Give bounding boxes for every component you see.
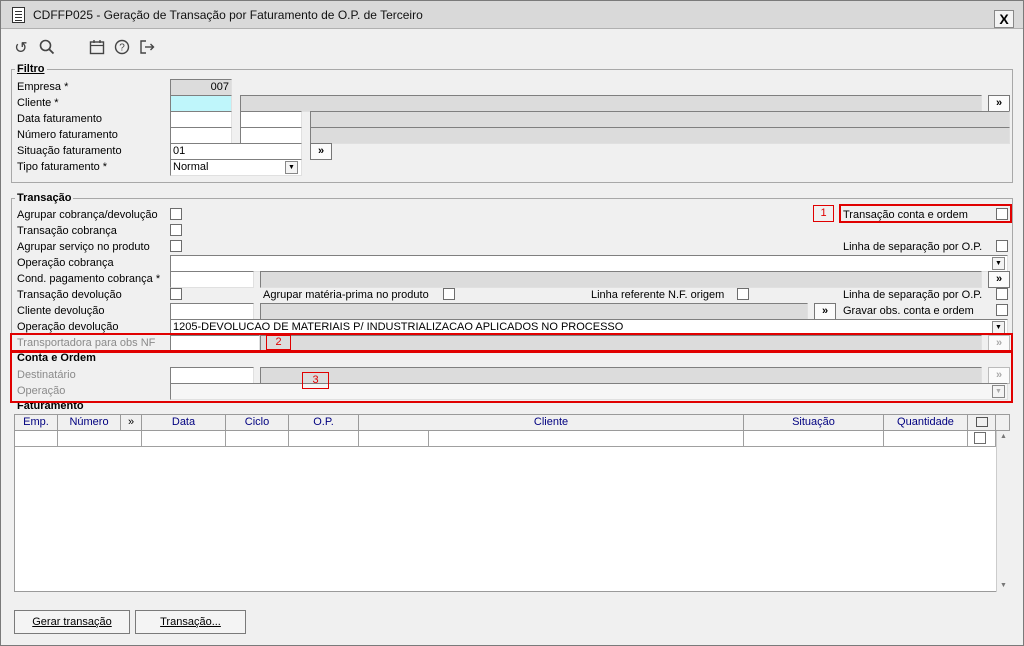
operacao-cobranca-label: Operação cobrança bbox=[17, 257, 114, 269]
agrupar-materia-prima-label: Agrupar matéria-prima no produto bbox=[263, 289, 429, 301]
data-faturamento-label: Data faturamento bbox=[17, 113, 102, 125]
empresa-label: Empresa * bbox=[17, 81, 69, 93]
col-more-button[interactable]: » bbox=[121, 415, 142, 431]
numero-info-field bbox=[310, 127, 1010, 144]
cliente-label: Cliente * bbox=[17, 97, 59, 109]
transacao-cobranca-checkbox[interactable] bbox=[170, 224, 182, 236]
table-cell[interactable] bbox=[884, 431, 968, 447]
operacao-cobranca-select[interactable] bbox=[170, 255, 1008, 272]
tipo-faturamento-select[interactable]: Normal bbox=[170, 159, 302, 176]
scroll-up-icon[interactable]: ▲ bbox=[997, 431, 1010, 443]
col-cliente[interactable]: Cliente bbox=[359, 415, 744, 431]
cliente-devolucao-field[interactable] bbox=[170, 303, 254, 320]
select-all-icon[interactable] bbox=[975, 417, 988, 427]
gravar-obs-checkbox[interactable] bbox=[996, 304, 1008, 316]
highlight-box-1 bbox=[839, 204, 1012, 223]
col-quantidade[interactable]: Quantidade bbox=[884, 415, 968, 431]
linha-separacao-2-checkbox[interactable] bbox=[996, 288, 1008, 300]
gerar-transacao-button[interactable]: Gerar transação bbox=[14, 610, 130, 634]
row-select-cell[interactable] bbox=[968, 431, 996, 447]
annotation-label-2: 2 bbox=[266, 335, 291, 350]
situacao-more-button[interactable]: » bbox=[310, 143, 332, 160]
help-icon[interactable]: ? bbox=[112, 39, 132, 59]
col-ciclo[interactable]: Ciclo bbox=[226, 415, 289, 431]
col-numero[interactable]: Número bbox=[58, 415, 121, 431]
linha-separacao-label: Linha de separação por O.P. bbox=[843, 241, 983, 253]
table-cell[interactable] bbox=[58, 431, 142, 447]
svg-text:?: ? bbox=[119, 43, 125, 54]
operacao-devolucao-label: Operação devolução bbox=[17, 321, 119, 333]
col-data[interactable]: Data bbox=[142, 415, 226, 431]
data-info-field bbox=[310, 111, 1010, 128]
data-inicio-field[interactable] bbox=[170, 111, 232, 128]
transacao-title: Transação bbox=[15, 192, 74, 204]
main-window: CDFFP025 - Geração de Transação por Fatu… bbox=[0, 0, 1024, 646]
cliente-name-field bbox=[240, 95, 982, 112]
cliente-devolucao-search-button[interactable]: » bbox=[814, 303, 836, 320]
col-corner bbox=[996, 415, 1009, 431]
window-title: CDFFP025 - Geração de Transação por Fatu… bbox=[33, 8, 423, 22]
cliente-field[interactable] bbox=[170, 95, 232, 112]
gravar-obs-label: Gravar obs. conta e ordem bbox=[843, 305, 974, 317]
refresh-icon[interactable]: ↺ bbox=[11, 39, 31, 59]
faturamento-grid: Emp. Número » Data Ciclo O.P. Cliente Si… bbox=[14, 414, 1010, 592]
empresa-field[interactable]: 007 bbox=[170, 79, 232, 96]
data-fim-field[interactable] bbox=[240, 111, 302, 128]
cond-pagamento-search-button[interactable]: » bbox=[988, 271, 1010, 288]
transacao-button[interactable]: Transação... bbox=[135, 610, 246, 634]
cliente-devolucao-desc bbox=[260, 303, 808, 320]
agrupar-cobranca-label: Agrupar cobrança/devolução bbox=[17, 209, 158, 221]
tipo-dropdown-icon[interactable]: ▼ bbox=[285, 161, 298, 174]
annotation-label-1: 1 bbox=[813, 205, 834, 222]
agrupar-cobranca-checkbox[interactable] bbox=[170, 208, 182, 220]
situacao-faturamento-label: Situação faturamento bbox=[17, 145, 122, 157]
filtro-title: Filtro bbox=[15, 63, 47, 75]
table-cell[interactable] bbox=[359, 431, 429, 447]
col-situacao[interactable]: Situação bbox=[744, 415, 884, 431]
table-cell[interactable] bbox=[429, 431, 744, 447]
transacao-devolucao-label: Transação devolução bbox=[17, 289, 122, 301]
cond-pagamento-label: Cond. pagamento cobrança * bbox=[17, 273, 161, 285]
agrupar-servico-label: Agrupar serviço no produto bbox=[17, 241, 150, 253]
exit-icon[interactable] bbox=[137, 39, 157, 59]
calendar-icon[interactable] bbox=[87, 39, 107, 59]
document-icon bbox=[12, 7, 25, 23]
table-cell[interactable] bbox=[226, 431, 289, 447]
linha-separacao-checkbox[interactable] bbox=[996, 240, 1008, 252]
title-bar: CDFFP025 - Geração de Transação por Fatu… bbox=[1, 1, 1023, 29]
transacao-devolucao-checkbox[interactable] bbox=[170, 288, 182, 300]
scroll-down-icon[interactable]: ▼ bbox=[997, 580, 1010, 592]
linha-ref-nf-checkbox[interactable] bbox=[737, 288, 749, 300]
row-checkbox[interactable] bbox=[974, 432, 986, 444]
agrupar-servico-checkbox[interactable] bbox=[170, 240, 182, 252]
vertical-scrollbar[interactable]: ▲ ▼ bbox=[996, 431, 1010, 592]
highlight-box-2 bbox=[10, 333, 1013, 352]
numero-faturamento-label: Número faturamento bbox=[17, 129, 118, 141]
transacao-cobranca-label: Transação cobrança bbox=[17, 225, 117, 237]
cliente-devolucao-label: Cliente devolução bbox=[17, 305, 105, 317]
col-op[interactable]: O.P. bbox=[289, 415, 359, 431]
cliente-search-button[interactable]: » bbox=[988, 95, 1010, 112]
table-cell[interactable] bbox=[15, 431, 58, 447]
linha-ref-nf-label: Linha referente N.F. origem bbox=[591, 289, 725, 301]
tipo-faturamento-label: Tipo faturamento * bbox=[17, 161, 108, 173]
table-cell[interactable] bbox=[289, 431, 359, 447]
cond-pagamento-field[interactable] bbox=[170, 271, 254, 288]
table-cell[interactable] bbox=[744, 431, 884, 447]
annotation-label-3: 3 bbox=[302, 372, 329, 389]
linha-separacao-2-label: Linha de separação por O.P. bbox=[843, 289, 983, 301]
close-button[interactable]: X bbox=[994, 10, 1014, 28]
search-icon[interactable] bbox=[37, 39, 57, 59]
col-select-all[interactable] bbox=[968, 415, 996, 431]
agrupar-materia-prima-checkbox[interactable] bbox=[443, 288, 455, 300]
numero-fim-field[interactable] bbox=[240, 127, 302, 144]
highlight-box-3 bbox=[10, 351, 1013, 403]
table-cell[interactable] bbox=[142, 431, 226, 447]
situacao-field[interactable]: 01 bbox=[170, 143, 302, 160]
numero-inicio-field[interactable] bbox=[170, 127, 232, 144]
operacao-cobranca-dropdown-icon[interactable]: ▼ bbox=[992, 257, 1005, 270]
col-emp[interactable]: Emp. bbox=[15, 415, 58, 431]
cond-pagamento-desc bbox=[260, 271, 982, 288]
